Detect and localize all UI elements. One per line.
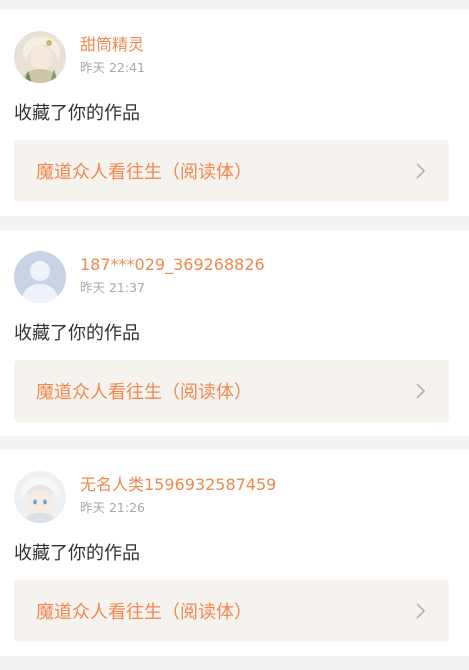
- anime-avatar-icon: [14, 31, 66, 83]
- action-text: 收藏了你的作品: [14, 323, 140, 344]
- user-avatar[interactable]: [14, 471, 66, 523]
- timestamp: 昨天 22:41: [80, 60, 145, 75]
- chevron-right-icon: [416, 163, 426, 179]
- work-title: 魔道众人看往生（阅读体）: [36, 602, 252, 623]
- username-link[interactable]: 无名人类1596932587459: [80, 475, 276, 495]
- notification-feed: 甜筒精灵 昨天 22:41 收藏了你的作品 魔道众人看往生（阅读体） 187**…: [0, 10, 469, 656]
- notification-meta: 187***029_369268826 昨天 21:37: [80, 255, 265, 296]
- notification-meta: 无名人类1596932587459 昨天 21:26: [80, 475, 276, 516]
- username-link[interactable]: 甜筒精灵: [80, 35, 145, 55]
- default-user-avatar-icon: [14, 251, 66, 303]
- work-link-card[interactable]: 魔道众人看往生（阅读体）: [14, 360, 449, 422]
- chevron-right-icon: [416, 383, 426, 399]
- notification-header: 甜筒精灵 昨天 22:41: [14, 10, 455, 83]
- notification-card: 甜筒精灵 昨天 22:41 收藏了你的作品 魔道众人看往生（阅读体）: [0, 10, 469, 216]
- user-avatar[interactable]: [14, 31, 66, 83]
- user-avatar[interactable]: [14, 251, 66, 303]
- work-title: 魔道众人看往生（阅读体）: [36, 382, 252, 403]
- timestamp: 昨天 21:37: [80, 280, 145, 295]
- timestamp: 昨天 21:26: [80, 500, 145, 515]
- notification-header: 187***029_369268826 昨天 21:37: [14, 230, 455, 303]
- action-text: 收藏了你的作品: [14, 103, 140, 124]
- anime-avatar-icon: [14, 471, 66, 523]
- username-link[interactable]: 187***029_369268826: [80, 255, 265, 275]
- work-title: 魔道众人看往生（阅读体）: [36, 162, 252, 183]
- work-link-card[interactable]: 魔道众人看往生（阅读体）: [14, 580, 449, 642]
- action-text: 收藏了你的作品: [14, 543, 140, 564]
- work-link-card[interactable]: 魔道众人看往生（阅读体）: [14, 140, 449, 202]
- notification-header: 无名人类1596932587459 昨天 21:26: [14, 450, 455, 523]
- notification-meta: 甜筒精灵 昨天 22:41: [80, 35, 145, 76]
- chevron-right-icon: [416, 603, 426, 619]
- notification-card: 187***029_369268826 昨天 21:37 收藏了你的作品 魔道众…: [0, 230, 469, 436]
- notification-card: 无名人类1596932587459 昨天 21:26 收藏了你的作品 魔道众人看…: [0, 450, 469, 656]
